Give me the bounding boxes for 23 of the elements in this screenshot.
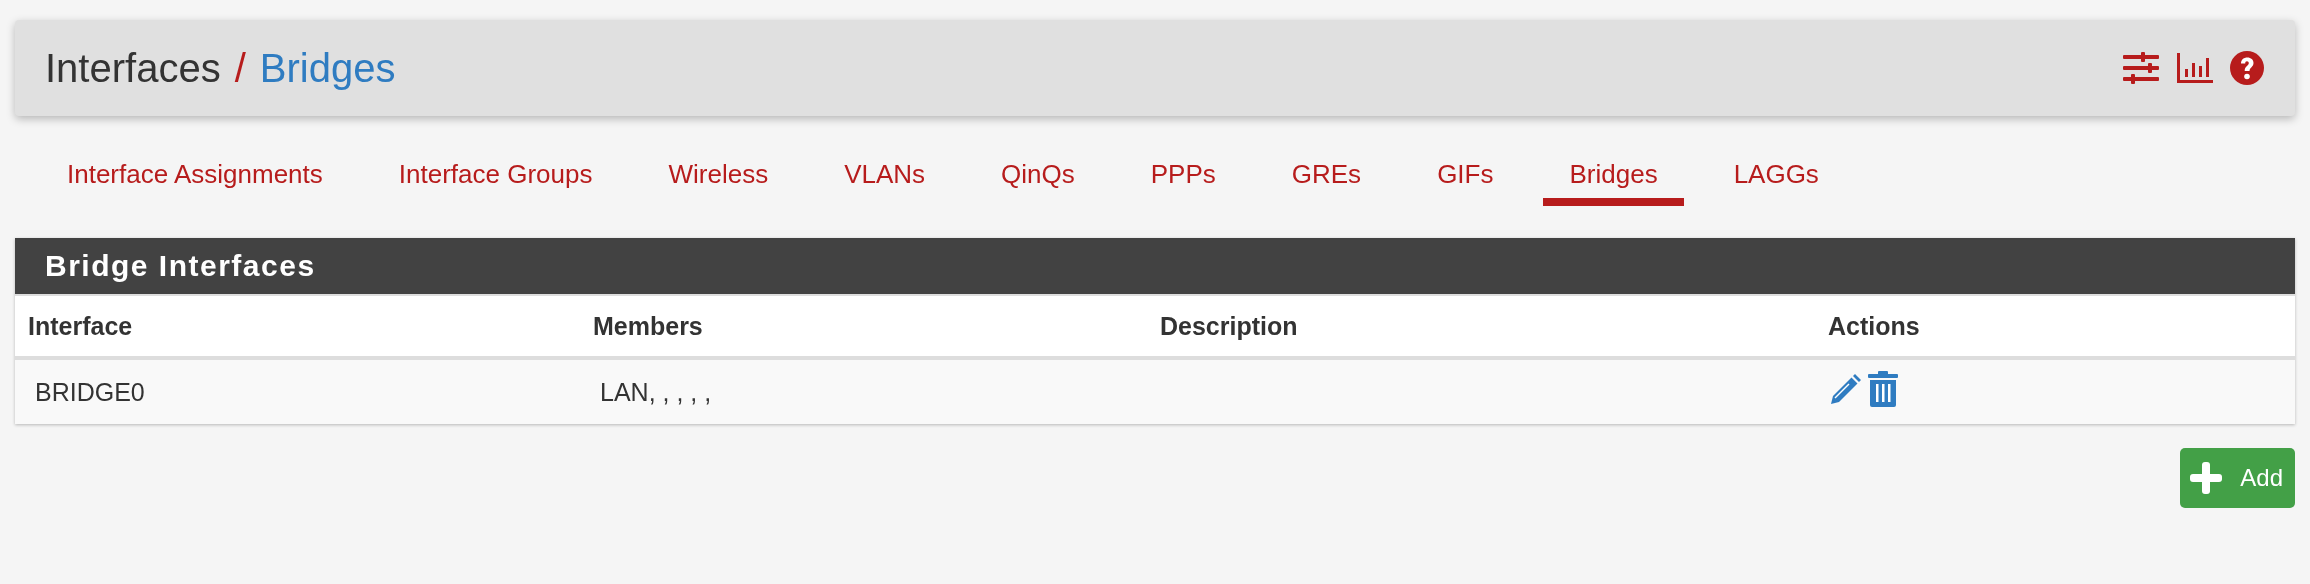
help-icon[interactable] [2229, 50, 2265, 86]
delete-icon[interactable] [1868, 371, 1898, 407]
nav-tab[interactable]: Wireless [630, 156, 807, 206]
nav-tab[interactable]: Interface Groups [360, 156, 631, 206]
breadcrumb-section: Interfaces [45, 45, 221, 91]
nav-tab[interactable]: LAGGs [1695, 156, 1857, 206]
plus-icon [2190, 462, 2223, 494]
breadcrumb-separator: / [234, 45, 246, 91]
nav-tab[interactable]: Bridges [1543, 156, 1684, 206]
nav-tab[interactable]: Interface Assignments [29, 156, 361, 206]
settings-icon[interactable] [2123, 52, 2161, 84]
table-cell: LAN, , , , , [580, 358, 1147, 424]
edit-icon[interactable] [1828, 371, 1864, 407]
bar-chart-icon[interactable] [2177, 53, 2213, 83]
nav-tab[interactable]: GREs [1253, 156, 1400, 206]
breadcrumb-page[interactable]: Bridges [259, 45, 396, 91]
nav-tab[interactable]: QinQs [963, 156, 1113, 206]
nav-tab[interactable]: PPPs [1112, 156, 1254, 206]
panel-title: Bridge Interfaces [15, 238, 2295, 294]
table-cell: BRIDGE0 [15, 358, 580, 424]
nav-tab[interactable]: GIFs [1399, 156, 1532, 206]
nav-tab[interactable]: VLANs [806, 156, 964, 206]
add-button[interactable]: Add [2180, 448, 2295, 508]
